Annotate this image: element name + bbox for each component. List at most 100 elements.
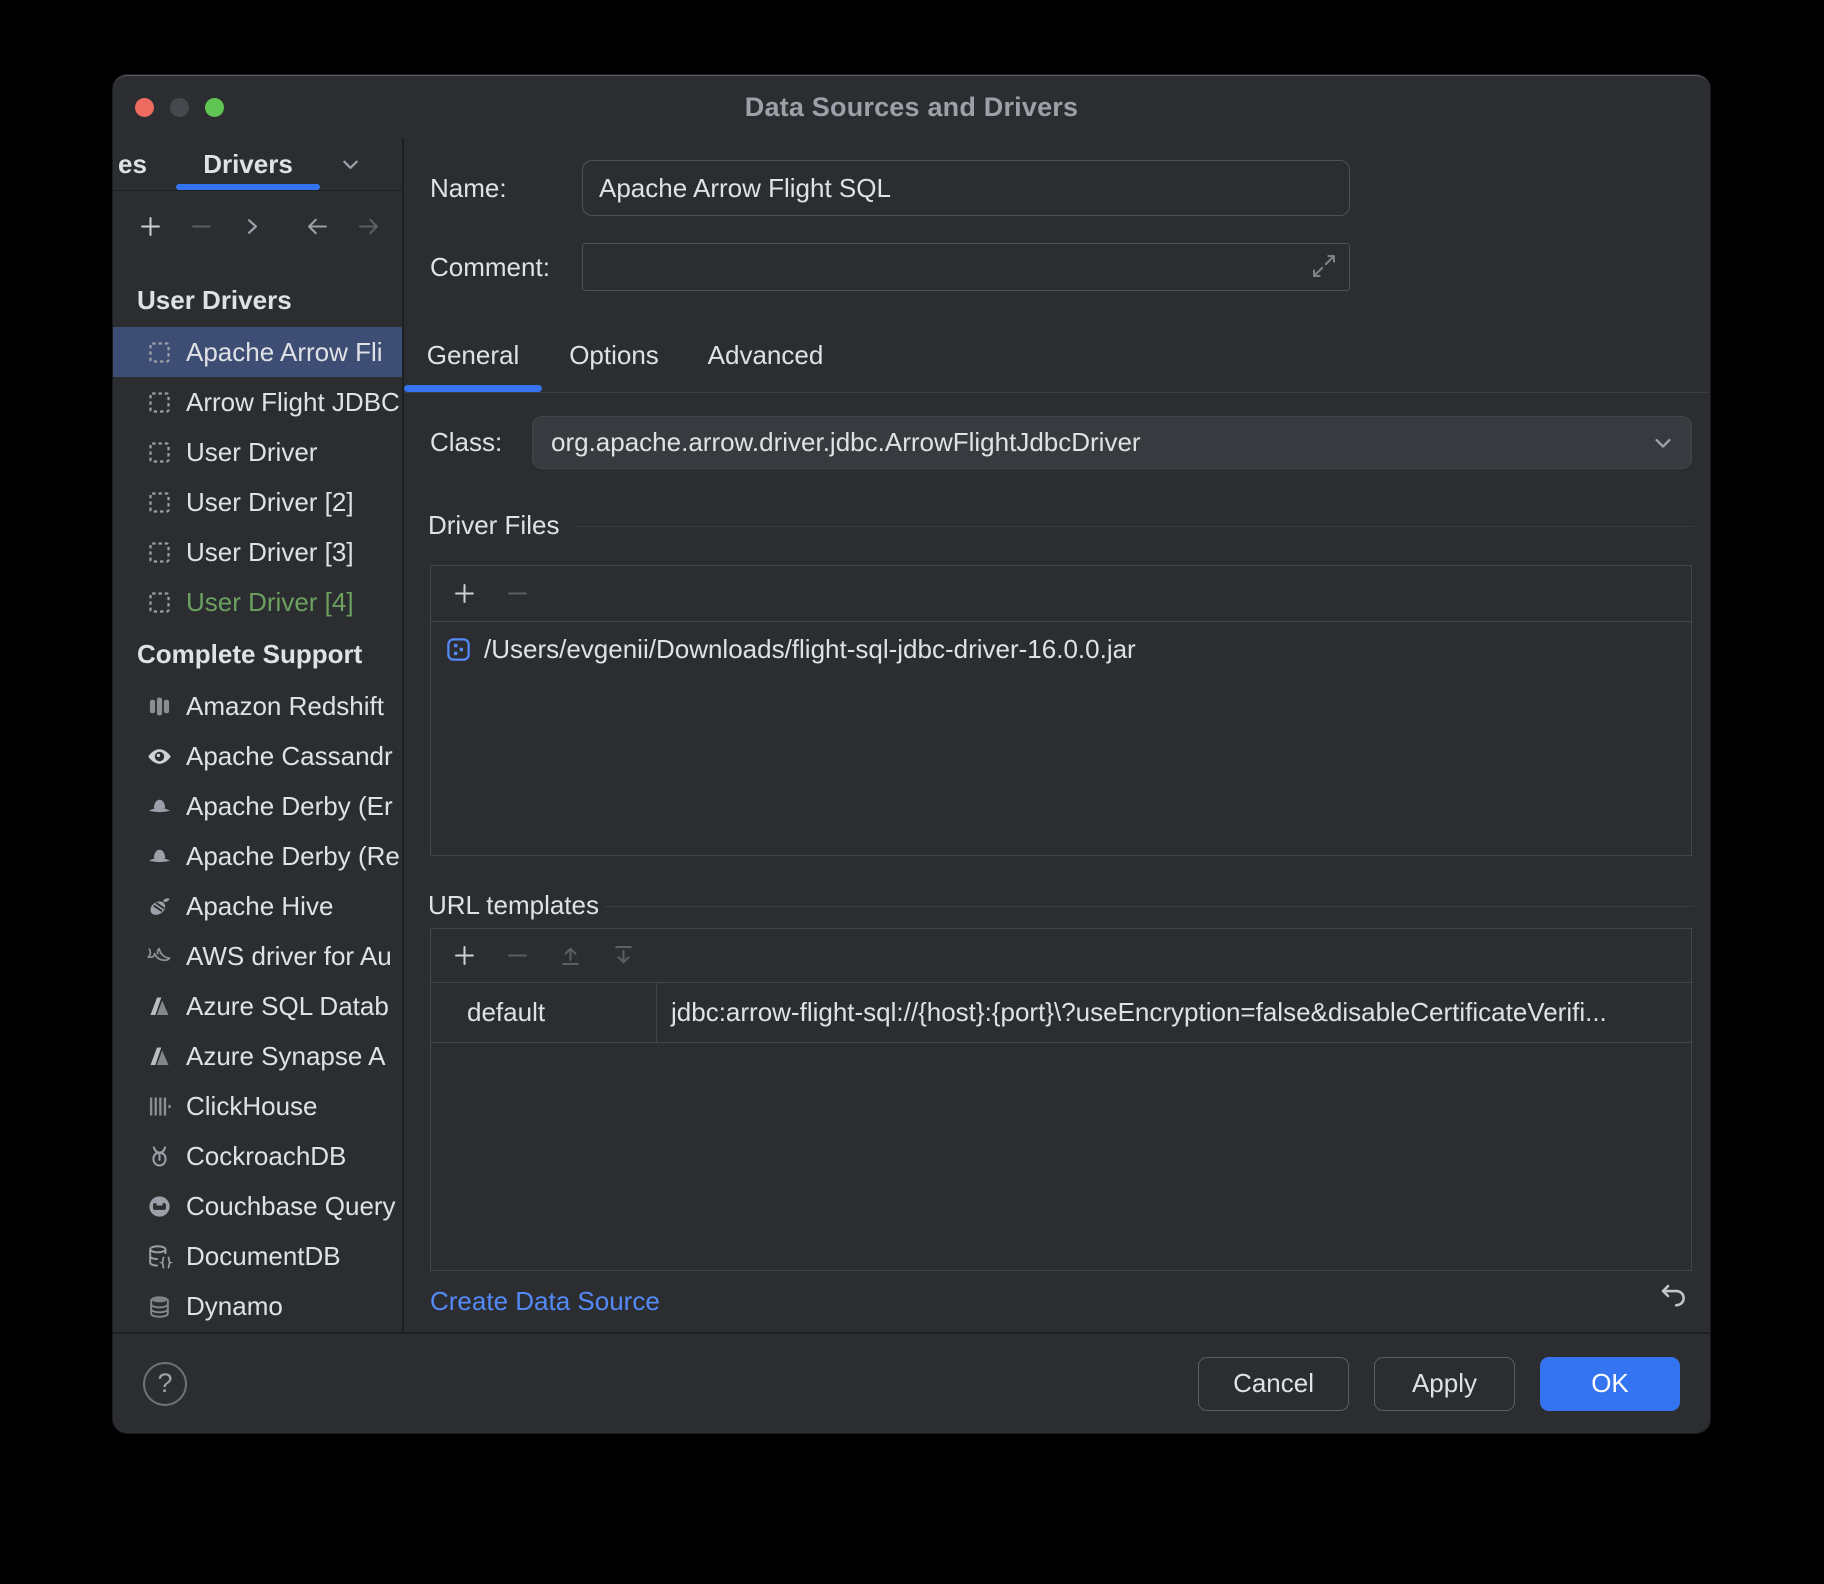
move-down-button[interactable] <box>610 942 637 969</box>
apply-button[interactable]: Apply <box>1374 1357 1515 1411</box>
sidebar-item[interactable]: User Driver [4] <box>113 577 402 627</box>
sidebar-item[interactable]: Apache Hive <box>113 881 402 931</box>
add-button[interactable] <box>451 942 478 969</box>
tab-options[interactable]: Options <box>567 318 661 392</box>
sidebar-item[interactable]: User Driver [3] <box>113 527 402 577</box>
comment-input[interactable] <box>582 243 1350 291</box>
cockroach-icon <box>146 1143 173 1170</box>
user-driver-icon <box>146 489 173 516</box>
driver-files-box: /Users/evgenii/Downloads/flight-sql-jdbc… <box>430 565 1692 856</box>
azure-icon <box>146 993 173 1020</box>
driver-files-toolbar <box>431 566 1691 622</box>
sidebar-item[interactable]: DocumentDB <box>113 1231 402 1281</box>
sidebar-item[interactable]: Apache Cassandr <box>113 731 402 781</box>
remove-button[interactable] <box>504 580 531 607</box>
sidebar-item-label: AWS driver for Au <box>186 941 392 972</box>
user-driver-icon <box>146 589 173 616</box>
expand-editor-icon[interactable] <box>1309 251 1339 281</box>
clickhouse-icon <box>146 1093 173 1120</box>
driver-editor-panel: Name: Apache Arrow Flight SQL Comment: G… <box>402 138 1710 1332</box>
ok-button[interactable]: OK <box>1540 1357 1680 1411</box>
tab-drivers-active-underline <box>176 184 320 190</box>
tab-drivers[interactable]: Drivers <box>203 138 293 190</box>
sidebar-item[interactable]: Dynamo <box>113 1281 402 1331</box>
azure-icon <box>146 1043 173 1070</box>
data-sources-and-drivers-dialog: Data Sources and Drivers es Drivers User… <box>113 75 1710 1433</box>
sidebar-item-label: Dynamo <box>186 1291 283 1322</box>
forward-button[interactable] <box>355 213 382 240</box>
tab-general-active-underline <box>404 385 542 392</box>
traffic-lights <box>135 76 224 138</box>
documentdb-icon <box>146 1243 173 1270</box>
tabs-chevron-down-icon[interactable] <box>337 151 364 178</box>
driver-file-path: /Users/evgenii/Downloads/flight-sql-jdbc… <box>484 634 1136 665</box>
sidebar-item-label: Apache Arrow Fli <box>186 337 383 368</box>
sidebar-item[interactable]: Apache Derby (Er <box>113 781 402 831</box>
class-dropdown-value: org.apache.arrow.driver.jdbc.ArrowFlight… <box>551 427 1141 458</box>
class-chevron-down-icon <box>1649 429 1677 457</box>
tab-data-sources-partial[interactable]: es <box>118 138 147 190</box>
add-button[interactable] <box>451 580 478 607</box>
class-label: Class: <box>430 427 502 458</box>
sidebar-item[interactable]: User Driver <box>113 427 402 477</box>
sidebar-section-title: Complete Support <box>113 627 402 681</box>
back-button[interactable] <box>304 213 331 240</box>
url-templates-section-rule <box>604 906 1694 907</box>
user-driver-icon <box>146 439 173 466</box>
sidebar-item[interactable]: Arrow Flight JDBC <box>113 377 402 427</box>
jar-file-icon <box>445 636 472 663</box>
sidebar-item-label: CockroachDB <box>186 1141 346 1172</box>
couchbase-icon <box>146 1193 173 1220</box>
derby-icon <box>146 793 173 820</box>
sidebar-item-label: Couchbase Query <box>186 1191 396 1222</box>
help-button[interactable]: ? <box>143 1362 187 1406</box>
remove-button[interactable] <box>504 942 531 969</box>
cancel-button[interactable]: Cancel <box>1198 1357 1349 1411</box>
sidebar-item-label: Azure SQL Datab <box>186 991 389 1022</box>
sidebar-tabstrip: es Drivers <box>113 138 402 191</box>
sidebar-item[interactable]: Azure Synapse A <box>113 1031 402 1081</box>
url-template-value: jdbc:arrow-flight-sql://{host}:{port}\?u… <box>657 983 1691 1042</box>
sidebar-item-label: Apache Derby (Er <box>186 791 393 822</box>
tab-advanced[interactable]: Advanced <box>707 318 824 392</box>
sidebar-item[interactable]: Apache Arrow Fli <box>113 327 402 377</box>
sidebar-item-label: DocumentDB <box>186 1241 341 1272</box>
user-driver-icon <box>146 339 173 366</box>
sidebar-item[interactable]: Amazon Redshift <box>113 681 402 731</box>
expand-node-button[interactable] <box>239 213 266 240</box>
sidebar-item-label: User Driver <box>186 437 317 468</box>
titlebar: Data Sources and Drivers <box>113 76 1710 138</box>
add-button[interactable] <box>137 213 164 240</box>
undo-icon[interactable] <box>1656 1279 1690 1313</box>
sidebar-item[interactable]: Azure SQL Datab <box>113 981 402 1031</box>
sidebar-item[interactable]: ClickHouse <box>113 1081 402 1131</box>
sidebar-item-label: ClickHouse <box>186 1091 318 1122</box>
tab-general[interactable]: General <box>426 318 520 392</box>
sidebar-item-label: Apache Derby (Re <box>186 841 400 872</box>
driver-file-row[interactable]: /Users/evgenii/Downloads/flight-sql-jdbc… <box>431 622 1691 676</box>
aws-icon <box>146 943 173 970</box>
name-input[interactable]: Apache Arrow Flight SQL <box>582 160 1350 216</box>
move-up-button[interactable] <box>557 942 584 969</box>
sidebar-item[interactable]: User Driver [2] <box>113 477 402 527</box>
sidebar-section-title: User Drivers <box>113 273 402 327</box>
user-driver-icon <box>146 539 173 566</box>
minimize-button[interactable] <box>170 98 189 117</box>
name-label: Name: <box>430 173 507 204</box>
driver-files-section-rule <box>576 526 1694 527</box>
sidebar-item-label: User Driver [4] <box>186 587 354 618</box>
url-template-row[interactable]: default jdbc:arrow-flight-sql://{host}:{… <box>431 983 1691 1043</box>
zoom-button[interactable] <box>205 98 224 117</box>
sidebar-item[interactable]: Apache Derby (Re <box>113 831 402 881</box>
sidebar-item[interactable]: Couchbase Query <box>113 1181 402 1231</box>
class-dropdown[interactable]: org.apache.arrow.driver.jdbc.ArrowFlight… <box>532 416 1692 469</box>
sidebar-item[interactable]: CockroachDB <box>113 1131 402 1181</box>
sidebar-toolbar <box>113 191 402 261</box>
sidebar-item[interactable]: AWS driver for Au <box>113 931 402 981</box>
create-data-source-link[interactable]: Create Data Source <box>430 1286 660 1317</box>
sidebar: es Drivers User Drivers Apache Arrow Fli A… <box>113 138 402 1332</box>
close-button[interactable] <box>135 98 154 117</box>
url-templates-box: default jdbc:arrow-flight-sql://{host}:{… <box>430 928 1692 1271</box>
remove-button[interactable] <box>188 213 215 240</box>
sidebar-item-label: Arrow Flight JDBC <box>186 387 400 418</box>
